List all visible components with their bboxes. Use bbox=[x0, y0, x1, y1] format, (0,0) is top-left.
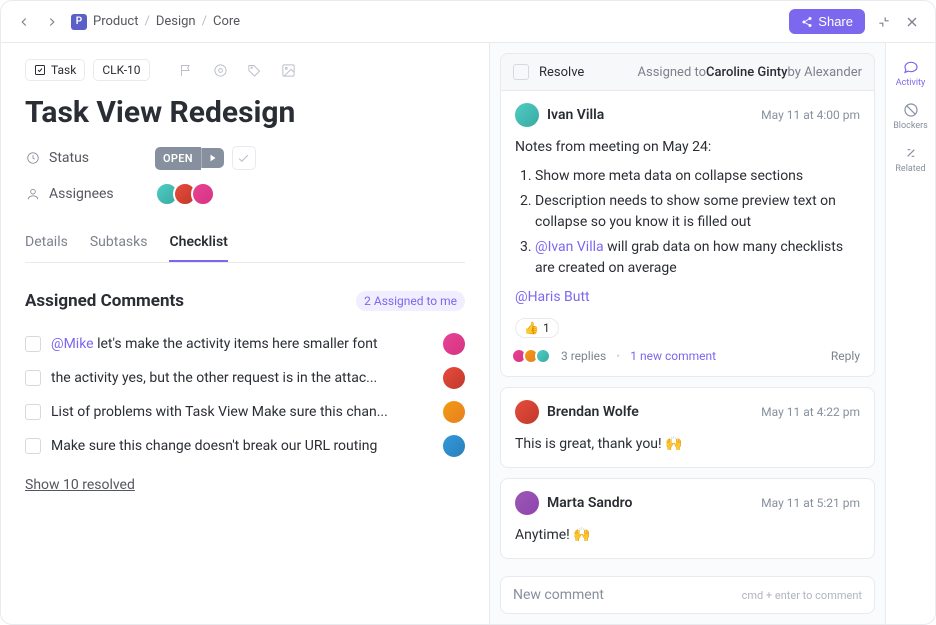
comment-timestamp: May 11 at 5:21 pm bbox=[761, 496, 860, 510]
checkbox[interactable] bbox=[25, 336, 41, 352]
comment-card: Brendan Wolfe May 11 at 4:22 pm This is … bbox=[500, 387, 875, 468]
status-complete-button[interactable] bbox=[232, 146, 256, 170]
tab-details[interactable]: Details bbox=[25, 224, 68, 262]
comment-text: List of problems with Task View Make sur… bbox=[51, 404, 433, 420]
check-square-icon bbox=[34, 64, 46, 76]
rail-blockers[interactable]: Blockers bbox=[886, 98, 935, 135]
activity-panel: Resolve Assigned to Caroline Ginty by Al… bbox=[489, 43, 885, 624]
comment-card: Ivan Villa May 11 at 4:00 pm Notes from … bbox=[500, 91, 875, 377]
share-button[interactable]: Share bbox=[789, 9, 865, 34]
tag-icon[interactable] bbox=[242, 57, 268, 83]
task-id-pill[interactable]: CLK-10 bbox=[93, 59, 149, 81]
resolve-checkbox[interactable] bbox=[513, 64, 529, 80]
comment-row[interactable]: the activity yes, but the other request … bbox=[25, 361, 465, 395]
close-icon[interactable] bbox=[903, 13, 921, 31]
assigned-to-me-badge[interactable]: 2 Assigned to me bbox=[356, 291, 465, 311]
avatar[interactable] bbox=[515, 491, 539, 515]
assigned-comments-heading: Assigned Comments bbox=[25, 291, 356, 311]
assignee-avatars[interactable] bbox=[155, 182, 215, 206]
task-meta-row: Task CLK-10 bbox=[25, 57, 465, 83]
reply-avatars bbox=[515, 348, 551, 364]
new-comment-link[interactable]: 1 new comment bbox=[630, 349, 716, 363]
sprint-icon[interactable] bbox=[208, 57, 234, 83]
avatar[interactable] bbox=[443, 435, 465, 457]
status-field: Status OPEN bbox=[25, 146, 465, 170]
nav-back-button[interactable] bbox=[15, 13, 33, 31]
assignees-field: Assignees bbox=[25, 182, 465, 206]
thread-assignee[interactable]: Caroline Ginty bbox=[706, 65, 787, 80]
task-type-pill[interactable]: Task bbox=[25, 59, 85, 81]
related-icon bbox=[903, 145, 919, 161]
tab-checklist[interactable]: Checklist bbox=[169, 224, 227, 262]
task-title[interactable]: Task View Redesign bbox=[25, 95, 465, 130]
comment-card: Marta Sandro May 11 at 5:21 pm Anytime! … bbox=[500, 478, 875, 559]
avatar[interactable] bbox=[191, 182, 215, 206]
reaction-button[interactable]: 👍 1 bbox=[515, 318, 559, 338]
comment-row[interactable]: List of problems with Task View Make sur… bbox=[25, 395, 465, 429]
status-badge[interactable]: OPEN bbox=[155, 147, 201, 170]
mention-link[interactable]: @Haris Butt bbox=[515, 289, 590, 305]
replies-count[interactable]: 3 replies bbox=[561, 349, 606, 363]
right-rail: Activity Blockers Related bbox=[885, 43, 935, 624]
avatar[interactable] bbox=[515, 103, 539, 127]
comment-body: Anytime! 🙌 bbox=[515, 525, 860, 546]
person-icon bbox=[25, 186, 41, 202]
resolve-label: Resolve bbox=[539, 65, 584, 80]
status-icon bbox=[25, 150, 41, 166]
avatar[interactable] bbox=[515, 400, 539, 424]
comment-row[interactable]: Make sure this change doesn't break our … bbox=[25, 429, 465, 463]
comment-timestamp: May 11 at 4:00 pm bbox=[761, 108, 860, 122]
nav-forward-button[interactable] bbox=[43, 13, 61, 31]
avatar[interactable] bbox=[443, 401, 465, 423]
reply-button[interactable]: Reply bbox=[831, 349, 860, 363]
rail-activity[interactable]: Activity bbox=[886, 55, 935, 92]
checkbox[interactable] bbox=[25, 438, 41, 454]
comment-row[interactable]: @Mike let's make the activity items here… bbox=[25, 327, 465, 361]
show-resolved-link[interactable]: Show 10 resolved bbox=[25, 477, 465, 493]
task-main-panel: Task CLK-10 Task View Redesign Status OP… bbox=[1, 43, 489, 624]
comment-body: This is great, thank you! 🙌 bbox=[515, 434, 860, 455]
crumb-2[interactable]: Core bbox=[213, 14, 240, 29]
comment-text: Make sure this change doesn't break our … bbox=[51, 438, 433, 454]
share-icon bbox=[801, 16, 813, 28]
task-tabs: Details Subtasks Checklist bbox=[25, 224, 465, 263]
rail-related[interactable]: Related bbox=[886, 141, 935, 178]
minimize-icon[interactable] bbox=[875, 13, 893, 31]
comment-body: Notes from meeting on May 24: Show more … bbox=[515, 137, 860, 308]
space-badge: P bbox=[71, 14, 87, 30]
comment-author[interactable]: Brendan Wolfe bbox=[547, 404, 639, 420]
comment-text: the activity yes, but the other request … bbox=[51, 370, 433, 386]
composer-hint: cmd + enter to comment bbox=[742, 589, 862, 602]
status-next-button[interactable] bbox=[201, 148, 224, 168]
new-comment-input[interactable]: New comment cmd + enter to comment bbox=[500, 576, 875, 614]
breadcrumb[interactable]: P Product / Design / Core bbox=[71, 14, 240, 30]
chat-icon bbox=[903, 59, 919, 75]
checkbox[interactable] bbox=[25, 404, 41, 420]
thread-header: Resolve Assigned to Caroline Ginty by Al… bbox=[500, 53, 875, 91]
image-icon[interactable] bbox=[276, 57, 302, 83]
crumb-1[interactable]: Design bbox=[156, 14, 196, 29]
checkbox[interactable] bbox=[25, 370, 41, 386]
crumb-0[interactable]: Product bbox=[93, 14, 138, 29]
flag-icon[interactable] bbox=[174, 57, 200, 83]
comment-author[interactable]: Marta Sandro bbox=[547, 495, 632, 511]
topbar: P Product / Design / Core Share bbox=[1, 1, 935, 43]
comment-timestamp: May 11 at 4:22 pm bbox=[761, 405, 860, 419]
comment-text: @Mike let's make the activity items here… bbox=[51, 336, 433, 352]
avatar[interactable] bbox=[443, 333, 465, 355]
comment-author[interactable]: Ivan Villa bbox=[547, 107, 604, 123]
avatar[interactable] bbox=[443, 367, 465, 389]
tab-subtasks[interactable]: Subtasks bbox=[90, 224, 148, 262]
blocked-icon bbox=[903, 102, 919, 118]
